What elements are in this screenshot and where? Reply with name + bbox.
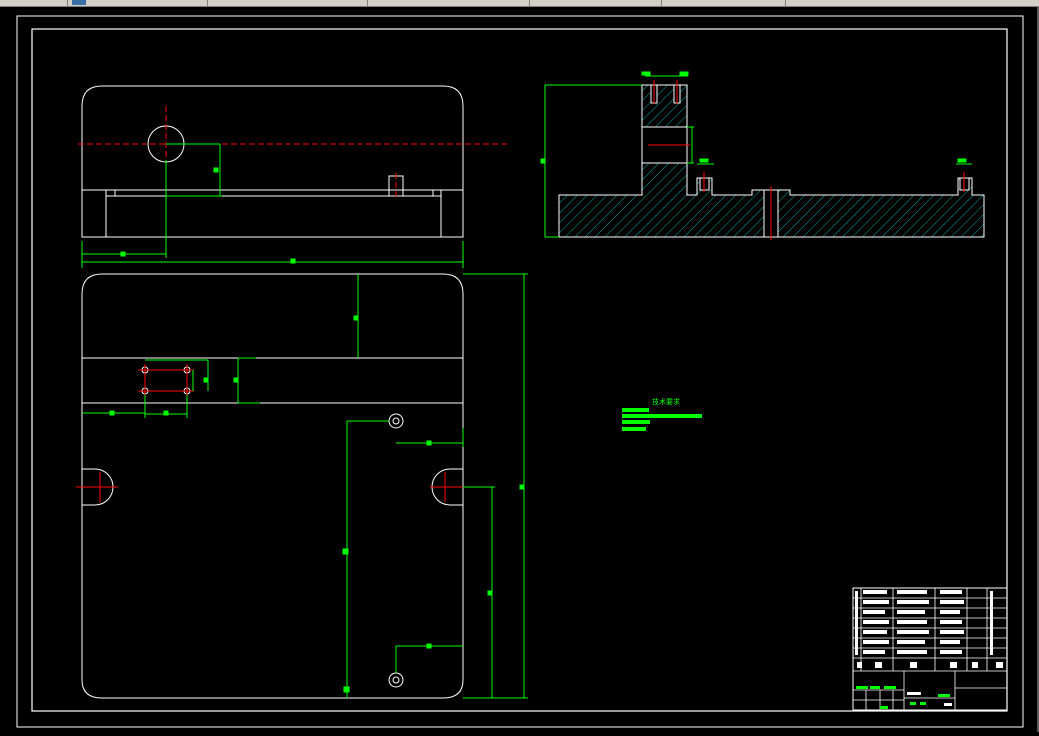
notes-title: 技术要求 — [652, 397, 680, 406]
tab-bar — [0, 0, 1039, 7]
drawing-canvas[interactable]: 技术要求 — [0, 7, 1039, 732]
tab-6[interactable] — [662, 0, 786, 6]
technical-notes: 技术要求 — [622, 397, 702, 431]
cad-drawing: 技术要求 — [16, 15, 1024, 728]
top-view-dimensions — [81, 143, 464, 268]
tab-5[interactable] — [530, 0, 662, 6]
tab-7[interactable] — [786, 0, 1039, 6]
tab-3[interactable] — [208, 0, 368, 6]
drawing-icon — [72, 0, 86, 5]
top-view — [81, 85, 464, 238]
plan-view — [81, 273, 464, 699]
title-block — [852, 587, 1008, 711]
top-view-centerlines — [78, 106, 510, 197]
tab-1[interactable] — [0, 0, 68, 6]
tab-4[interactable] — [368, 0, 530, 6]
tab-2[interactable] — [90, 0, 208, 6]
